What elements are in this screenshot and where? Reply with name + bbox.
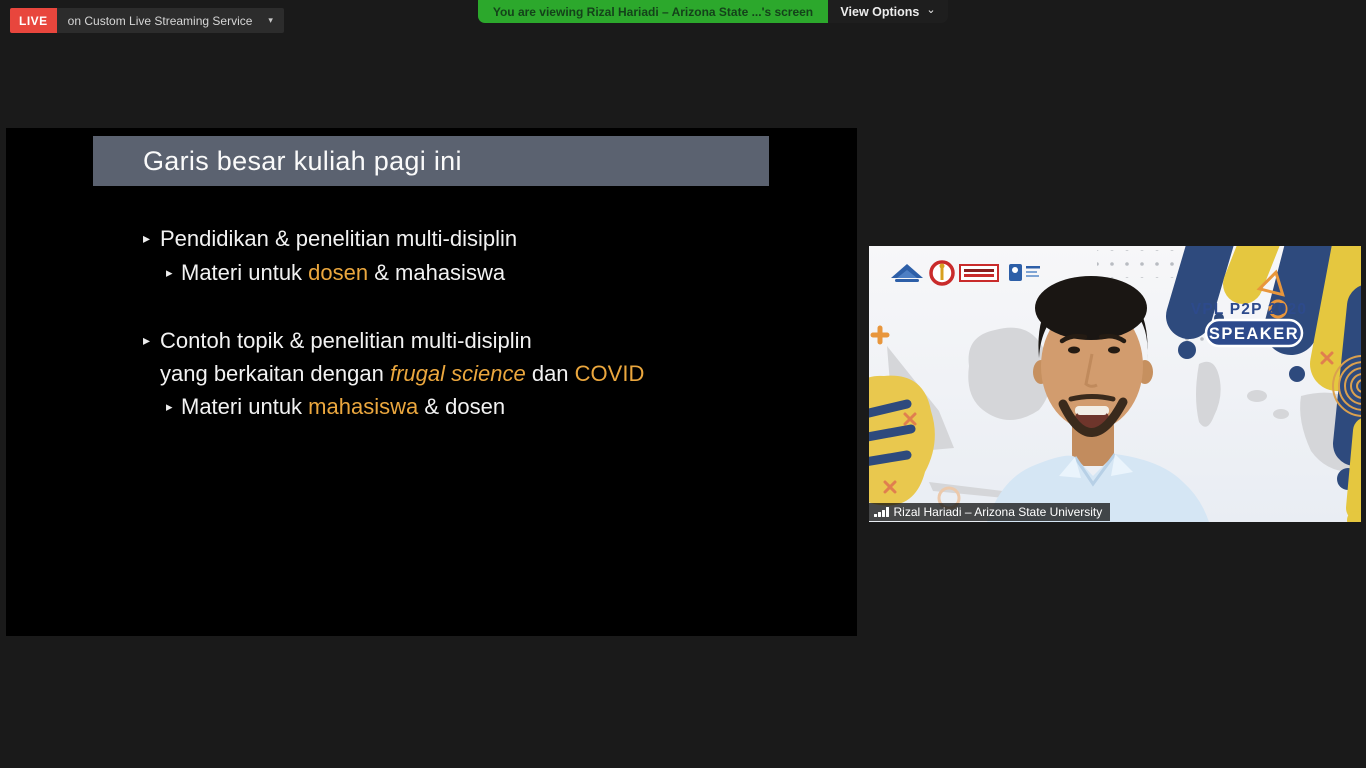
- speaker-video-scene: VPL P2P 2020 SPEAKER: [869, 246, 1361, 522]
- live-service-label: on Custom Live Streaming Service: [68, 14, 253, 28]
- event-label: VPL P2P 2020: [1191, 301, 1307, 318]
- live-stream-control: LIVE on Custom Live Streaming Service ▾: [10, 8, 284, 33]
- bullet-2-sub-pre: Materi untuk: [181, 394, 308, 419]
- slide-bullet-2-continuation: yang berkaitan dengan frugal science dan…: [160, 357, 644, 390]
- view-options-label: View Options: [840, 5, 919, 19]
- speaker-video-tile: VPL P2P 2020 SPEAKER: [869, 246, 1361, 522]
- speaker-role-badge: SPEAKER: [1206, 320, 1302, 346]
- slide-title-bar: Garis besar kuliah pagi ini: [93, 136, 769, 186]
- bullet-triangle-icon: ▸: [166, 399, 181, 415]
- bullet-2-cont-covid: COVID: [575, 361, 645, 386]
- shared-screen-slide: Garis besar kuliah pagi ini ▸ Pendidikan…: [6, 128, 857, 636]
- red-circle-emblem-icon: [931, 262, 953, 284]
- bullet-triangle-icon: ▸: [143, 332, 160, 349]
- slide-bullet-2-sub: ▸ Materi untuk mahasiswa & dosen: [166, 390, 505, 423]
- bullet-2-cont-mid: dan: [526, 361, 575, 386]
- view-options-dropdown[interactable]: View Options ⌄: [828, 0, 948, 23]
- bullet-triangle-icon: ▸: [143, 230, 160, 247]
- live-service-dropdown[interactable]: on Custom Live Streaming Service ▾: [57, 8, 284, 33]
- slide-title: Garis besar kuliah pagi ini: [93, 146, 462, 177]
- viewing-screen-banner: You are viewing Rizal Hariadi – Arizona …: [478, 0, 828, 23]
- bullet-1-sub-pre: Materi untuk: [181, 260, 308, 285]
- slide-bullet-1: ▸ Pendidikan & penelitian multi-disiplin: [143, 222, 517, 255]
- participant-name: Rizal Hariadi – Arizona State University: [894, 505, 1103, 519]
- caret-down-icon: ▾: [268, 15, 273, 26]
- signal-bars-icon: [874, 507, 889, 517]
- bullet-2-cont-pre: yang berkaitan dengan: [160, 361, 390, 386]
- bullet-triangle-icon: ▸: [166, 265, 181, 281]
- speaker-role-badge-text: SPEAKER: [1209, 325, 1299, 343]
- live-badge: LIVE: [10, 8, 57, 33]
- bullet-2-sub-post: & dosen: [418, 394, 505, 419]
- bullet-1-sub-post: & mahasiswa: [368, 260, 505, 285]
- chevron-down-icon: ⌄: [926, 3, 935, 16]
- bullet-2-sub-highlight: mahasiswa: [308, 394, 418, 419]
- slide-bullet-1-sub: ▸ Materi untuk dosen & mahasiswa: [166, 256, 505, 289]
- bullet-1-text: Pendidikan & penelitian multi-disiplin: [160, 226, 517, 251]
- bullet-2-text: Contoh topik & penelitian multi-disiplin: [160, 328, 532, 353]
- red-banner-logo-icon: [960, 265, 998, 281]
- bullet-2-cont-frugal-science: frugal science: [390, 361, 526, 386]
- participant-name-tag: Rizal Hariadi – Arizona State University: [869, 503, 1110, 521]
- viewing-screen-banner-text: You are viewing Rizal Hariadi – Arizona …: [493, 5, 813, 19]
- bullet-1-sub-highlight: dosen: [308, 260, 368, 285]
- slide-bullet-2: ▸ Contoh topik & penelitian multi-disipl…: [143, 324, 532, 357]
